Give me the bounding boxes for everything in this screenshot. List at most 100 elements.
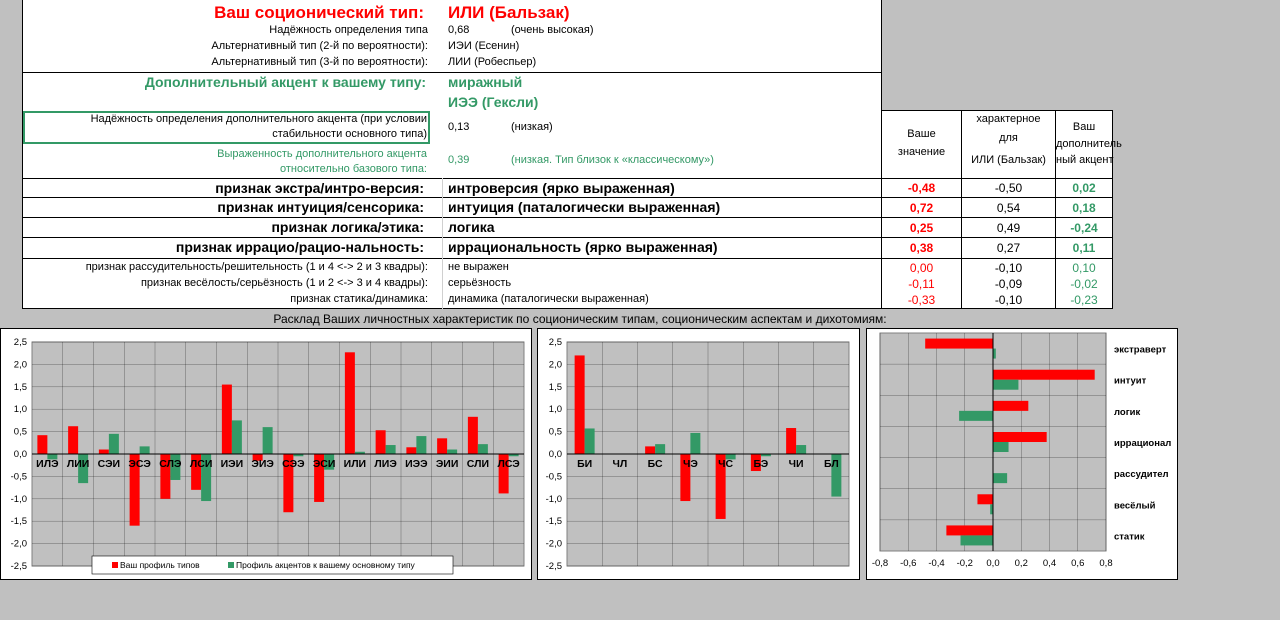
category-label: БИ xyxy=(577,458,592,470)
row-yours: -0,11 xyxy=(908,277,935,291)
y-tick-label: 0,5 xyxy=(549,427,562,438)
legend-swatch-yours xyxy=(112,562,118,568)
aspects-chart: 2,5 2,0 1,5 1,0 0,5 0,0 -0,5 -1,0 -1,5 -2,0 -2,5 БИ… xyxy=(537,328,860,580)
col-yours-header-1: Ваше xyxy=(907,128,936,140)
bar-accent xyxy=(139,446,150,454)
category-label: статик xyxy=(1114,531,1145,542)
legend-swatch-accent xyxy=(228,562,234,568)
accent-reliability-note: (низкая) xyxy=(511,121,553,133)
y-tick-label: 1,0 xyxy=(549,404,562,415)
bar-yours xyxy=(946,525,993,536)
row-accent: -0,24 xyxy=(1070,221,1098,235)
row-yours: 0,38 xyxy=(909,241,934,255)
bar-yours xyxy=(375,430,386,454)
y-tick-label: -1,5 xyxy=(546,516,562,527)
row-accent: 0,10 xyxy=(1072,261,1096,275)
y-tick-label: -2,0 xyxy=(546,539,562,550)
y-tick-label: 0,0 xyxy=(549,449,562,460)
bar-accent xyxy=(993,442,1009,452)
types-chart: 2,5 2,0 1,5 1,0 0,5 0,0 -0,5 -1,0 -1,5 -2,0 -2,5 ИЛ… xyxy=(0,328,532,580)
bar-accent xyxy=(960,535,993,546)
bar-accent xyxy=(447,449,458,454)
bar-accent xyxy=(231,420,242,454)
x-tick-label: -0,2 xyxy=(957,558,973,569)
category-label: ЧЛ xyxy=(613,458,628,470)
row-typical: 0,27 xyxy=(996,241,1021,255)
category-label: ЧЭ xyxy=(683,458,698,470)
category-label: ЛИИ xyxy=(67,458,89,470)
accent-value-1: миражный xyxy=(448,74,523,90)
row-typical: 0,54 xyxy=(996,201,1021,215)
accent-reliability-value: 0,13 xyxy=(448,121,470,133)
bar-yours xyxy=(98,449,109,454)
y-tick-label: -1,5 xyxy=(11,516,27,527)
col-accent-header-3: ный акцент xyxy=(1056,154,1114,166)
row-yours: 0,00 xyxy=(909,261,934,275)
alt3-label: Альтернативный тип (3-й по вероятности): xyxy=(211,56,428,68)
row-yours: 0,25 xyxy=(909,221,934,235)
y-tick-label: 2,0 xyxy=(549,359,562,370)
bar-accent xyxy=(108,433,119,454)
row-typical: -0,50 xyxy=(994,181,1023,195)
alt3-value: ЛИИ (Робеспьер) xyxy=(448,56,537,68)
bar-yours xyxy=(467,416,478,454)
reliability-label: Надёжность определения типа xyxy=(269,24,428,36)
category-label: ЛИЭ xyxy=(374,458,397,470)
x-tick-label: 0,2 xyxy=(1015,558,1028,569)
category-label: ИЛЭ xyxy=(36,458,59,470)
bar-yours xyxy=(925,338,993,349)
bar-accent xyxy=(690,432,701,454)
y-tick-label: 0,5 xyxy=(14,427,27,438)
row-accent: -0,02 xyxy=(1070,277,1098,291)
bar-accent xyxy=(655,444,666,454)
x-tick-label: 0,0 xyxy=(986,558,999,569)
category-label: ИЭЭ xyxy=(405,458,428,470)
type-value: ИЛИ (Бальзак) xyxy=(448,3,570,22)
row-value: не выражен xyxy=(448,261,509,273)
row-value: интуиция (паталогически выраженная) xyxy=(448,199,721,215)
row-accent: 0,11 xyxy=(1072,241,1096,255)
row-value: иррациональность (ярко выраженная) xyxy=(448,239,718,255)
col-accent-header-1: Ваш xyxy=(1072,121,1096,133)
bar-yours xyxy=(221,384,232,454)
reliability-note: (очень высокая) xyxy=(511,24,594,36)
expression-note: (низкая. Тип близок к «классическому») xyxy=(511,154,714,166)
row-yours: -0,33 xyxy=(907,293,936,307)
x-tick-label: -0,6 xyxy=(900,558,916,569)
row-yours: 0,72 xyxy=(909,201,934,215)
bar-yours xyxy=(574,355,585,454)
accent-label: Дополнительный акцент к вашему типу: xyxy=(144,74,426,90)
row-label: признак логика/этика: xyxy=(271,219,424,235)
type-label: Ваш соционический тип: xyxy=(214,3,424,22)
x-tick-label: 0,8 xyxy=(1099,558,1112,569)
row-typical: -0,10 xyxy=(994,261,1023,275)
y-tick-label: -2,5 xyxy=(11,561,27,572)
y-tick-label: -2,0 xyxy=(11,539,27,550)
x-tick-label: 0,4 xyxy=(1043,558,1056,569)
x-tick-label: -0,4 xyxy=(928,558,944,569)
row-label: признак рассудительность/решительность (… xyxy=(85,261,428,273)
category-label: интуит xyxy=(1114,376,1147,387)
category-label: ЛСЭ xyxy=(497,458,520,470)
category-label: весёлый xyxy=(1114,500,1156,511)
category-label: ЧС xyxy=(718,458,733,470)
y-tick-label: 2,0 xyxy=(14,359,27,370)
col-typical-header-2: для xyxy=(999,132,1018,144)
y-tick-label: 2,5 xyxy=(549,337,562,348)
expression-value: 0,39 xyxy=(448,154,470,166)
bar-accent xyxy=(993,473,1008,484)
row-accent: -0,23 xyxy=(1070,293,1098,307)
row-label: признак экстра/интро-версия: xyxy=(215,180,424,196)
bar-accent xyxy=(959,410,993,421)
y-tick-label: 0,0 xyxy=(14,449,27,460)
row-typical: -0,10 xyxy=(994,293,1023,307)
bar-yours xyxy=(37,435,48,454)
category-label: ИЭИ xyxy=(221,458,244,470)
col-typical-header-1: характерное xyxy=(976,113,1041,125)
bar-accent xyxy=(584,428,595,454)
bar-yours xyxy=(786,428,797,454)
row-label: признак статика/динамика: xyxy=(290,293,428,305)
legend-label-yours: Ваш профиль типов xyxy=(120,560,200,570)
bar-yours xyxy=(645,446,656,454)
bar-yours xyxy=(993,369,1095,380)
